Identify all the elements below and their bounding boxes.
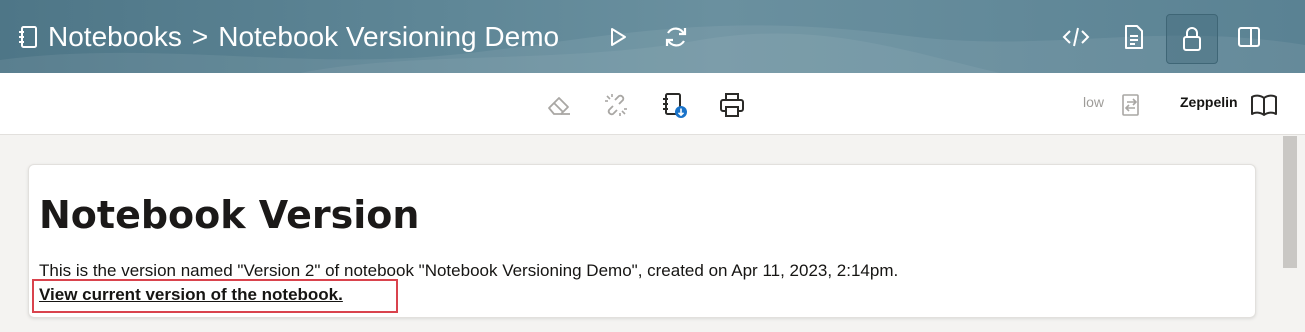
version-info-card: Notebook Version This is the version nam…: [28, 164, 1256, 318]
resource-level-label: low: [1083, 94, 1105, 110]
breadcrumb-notebooks-link[interactable]: Notebooks: [48, 21, 182, 53]
vertical-scrollbar[interactable]: [1283, 136, 1297, 268]
eraser-icon: [548, 97, 570, 115]
version-description: This is the version named "Version 2" of…: [39, 261, 899, 280]
refresh-button[interactable]: [661, 22, 691, 52]
breadcrumb-separator: >: [191, 21, 209, 52]
page-header: Notebooks > Notebook Versioning Demo: [0, 0, 1305, 73]
book-icon: [1251, 94, 1277, 116]
clear-output-button[interactable]: [545, 91, 573, 119]
interpreter-docs-button[interactable]: [1250, 91, 1278, 119]
document-icon: [1125, 25, 1143, 49]
interpreter-label: Zeppelin: [1180, 94, 1238, 110]
page-title: Notebook Version: [39, 193, 420, 237]
print-icon: [720, 93, 744, 117]
notebook-icon: [18, 25, 40, 49]
resource-switch-button[interactable]: [1117, 91, 1145, 119]
run-button[interactable]: [603, 22, 633, 52]
notebook-download-icon: [663, 93, 687, 118]
code-icon: [1062, 27, 1090, 47]
switch-icon: [1122, 94, 1139, 116]
breadcrumb-current-notebook: Notebook Versioning Demo: [218, 21, 560, 52]
unlink-button[interactable]: [602, 91, 630, 119]
breadcrumb: Notebooks > Notebook Versioning Demo: [18, 18, 559, 56]
lock-icon: [1183, 27, 1201, 51]
print-button[interactable]: [718, 91, 746, 119]
export-notebook-button[interactable]: [660, 91, 688, 119]
split-panel-icon: [1238, 27, 1260, 47]
split-panel-button[interactable]: [1234, 22, 1264, 52]
document-button[interactable]: [1119, 22, 1149, 52]
notebook-toolbar: low Zeppelin: [0, 73, 1305, 135]
run-icon: [611, 28, 626, 46]
unlink-icon: [605, 94, 627, 116]
refresh-icon: [665, 27, 687, 47]
lock-button[interactable]: [1166, 14, 1218, 64]
code-view-button[interactable]: [1061, 22, 1091, 52]
view-current-version-link[interactable]: View current version of the notebook.: [39, 285, 343, 305]
